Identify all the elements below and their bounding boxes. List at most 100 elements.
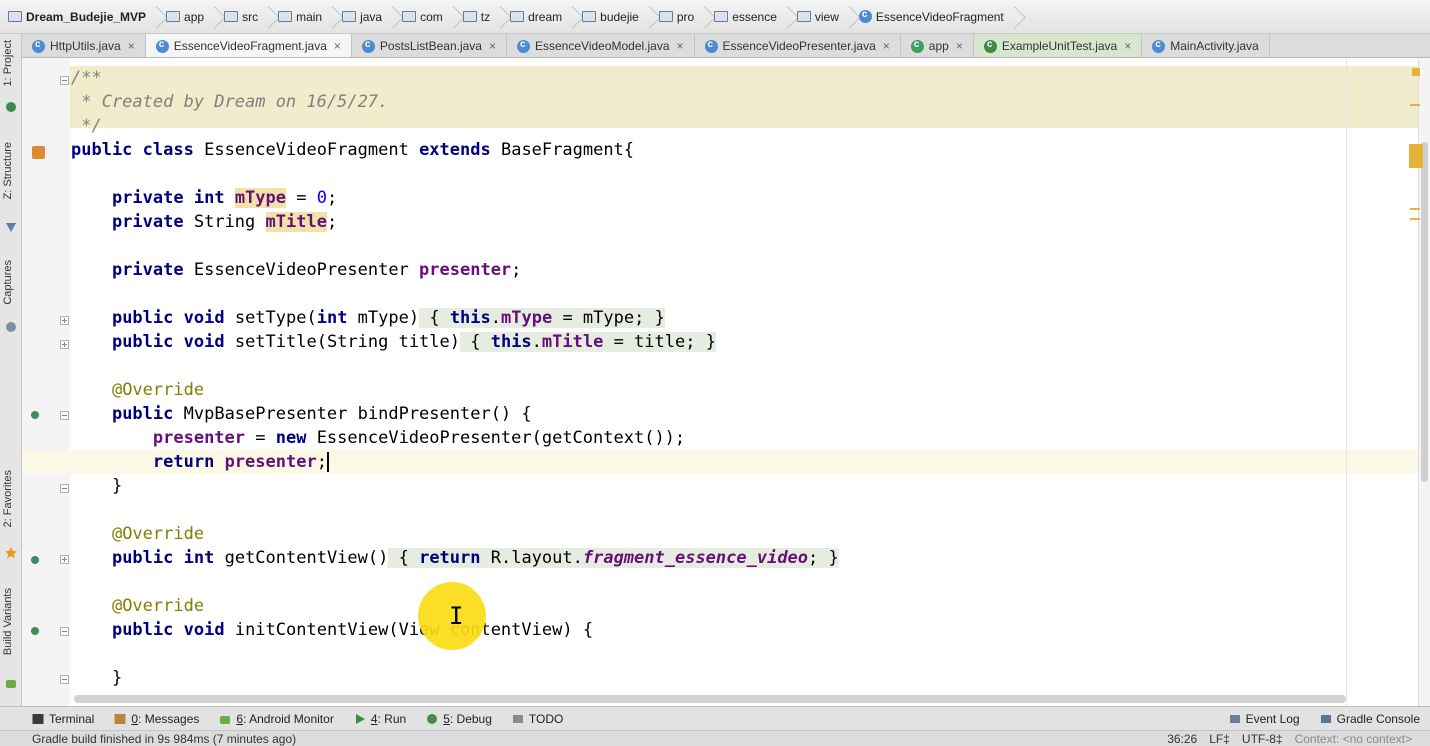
class-marker-icon[interactable] [32,146,45,159]
breadcrumb-main[interactable]: main [276,0,340,33]
play-icon [355,713,365,724]
captures-tool-tab[interactable]: Captures [2,260,14,305]
warning-marker[interactable] [1409,144,1423,168]
breadcrumb-dream[interactable]: dream [508,0,580,33]
messages-tool-button[interactable]: 0: Messages [104,712,209,726]
close-icon[interactable]: × [128,39,135,53]
tab-essence-video-fragment[interactable]: EssenceVideoFragment.java× [145,34,352,57]
class-icon [1152,39,1166,53]
expand-fold-icon[interactable] [60,316,69,325]
event-log-icon [1229,714,1240,723]
status-message[interactable]: Gradle build finished in 9s 984ms (7 min… [32,732,296,746]
warning-marker[interactable] [1410,208,1420,210]
scrollbar-thumb[interactable] [1421,142,1428,482]
line-separator[interactable]: LF‡ [1209,732,1230,746]
code-text[interactable]: /** * Created by Dream on 16/5/27. */ pu… [71,66,839,706]
context-indicator[interactable]: Context: <no context> [1295,732,1412,746]
file-encoding[interactable]: UTF-8‡ [1242,732,1283,746]
close-icon[interactable]: × [334,39,341,53]
warning-marker[interactable] [1410,104,1420,106]
breadcrumb-tz[interactable]: tz [461,0,508,33]
close-icon[interactable]: × [677,39,684,53]
favorites-tool-tab[interactable]: 2: Favorites [2,470,14,527]
tab-app[interactable]: app× [901,34,974,57]
override-marker-icon[interactable] [31,556,39,564]
breadcrumb-view[interactable]: view [795,0,857,33]
expand-fold-icon[interactable] [60,340,69,349]
right-margin-line [1346,58,1347,706]
close-icon[interactable]: × [489,39,496,53]
expand-fold-icon[interactable] [60,555,69,564]
breadcrumb-class[interactable]: EssenceVideoFragment [857,0,1022,33]
code-editor[interactable]: /** * Created by Dream on 16/5/27. */ pu… [22,58,1430,706]
folder-icon [342,11,357,22]
close-icon[interactable]: × [956,39,963,53]
terminal-icon [32,713,44,724]
class-icon [858,9,872,23]
todo-tool-button[interactable]: TODO [502,712,573,726]
star-icon [5,547,17,559]
event-log-button[interactable]: Event Log [1219,712,1310,726]
class-icon [704,39,718,53]
build-variants-tool-tab[interactable]: Build Variants [2,588,14,655]
breadcrumb-java[interactable]: java [340,0,400,33]
override-marker-icon[interactable] [31,627,39,635]
breadcrumb-essence[interactable]: essence [712,0,795,33]
breadcrumb-budejie[interactable]: budejie [580,0,657,33]
run-tool-button[interactable]: 4: Run [344,712,416,726]
package-icon [796,11,811,22]
horizontal-scrollbar[interactable] [74,695,1346,703]
tab-httputils[interactable]: HttpUtils.java× [22,34,146,57]
debug-tool-button[interactable]: 5: Debug [416,712,502,726]
breadcrumb-pro[interactable]: pro [657,0,712,33]
class-icon [517,39,530,53]
tab-posts-list-bean[interactable]: PostsListBean.java× [352,34,507,57]
breadcrumb-src[interactable]: src [222,0,276,33]
class-icon [155,39,169,53]
left-tool-stripe: 1: Project Z: Structure Captures 2: Favo… [0,34,22,706]
fold-icon[interactable] [60,627,69,636]
folder-icon [278,11,293,22]
package-icon [582,11,597,22]
inspection-status-icon[interactable] [1412,68,1420,76]
android-monitor-tool-button[interactable]: 6: Android Monitor [209,712,343,726]
project-icon [6,102,16,112]
gradle-console-button[interactable]: Gradle Console [1310,712,1430,726]
tab-essence-video-presenter[interactable]: EssenceVideoPresenter.java× [695,34,901,57]
ibeam-cursor-icon: I [449,602,464,630]
folder-icon [8,11,22,22]
breadcrumb-app[interactable]: app [164,0,222,33]
tab-example-unit-test[interactable]: ExampleUnitTest.java× [973,34,1143,57]
caret-position[interactable]: 36:26 [1167,732,1197,746]
tab-main-activity[interactable]: MainActivity.java [1142,34,1270,57]
tab-essence-video-model[interactable]: EssenceVideoModel.java× [507,34,695,57]
fold-icon[interactable] [60,76,69,85]
captures-icon [6,322,16,332]
package-icon [402,11,417,22]
structure-tool-tab[interactable]: Z: Structure [2,142,14,199]
bottom-tool-bar: Terminal 0: Messages 6: Android Monitor … [0,706,1430,730]
fold-icon[interactable] [60,484,69,493]
folder-icon [166,11,181,22]
bug-icon [427,713,438,724]
editor-gutter[interactable] [22,58,70,706]
package-icon [462,11,477,22]
close-icon[interactable]: × [883,39,890,53]
warning-marker[interactable] [1410,218,1420,220]
folder-icon [224,11,239,22]
override-marker-icon[interactable] [31,411,39,419]
breadcrumb-com[interactable]: com [400,0,461,33]
android-icon [220,715,231,724]
class-icon [32,39,45,53]
package-icon [658,11,673,22]
fold-icon[interactable] [60,675,69,684]
close-icon[interactable]: × [1124,39,1131,53]
breadcrumb-project[interactable]: Dream_Budejie_MVP [6,0,164,33]
fold-icon[interactable] [60,411,69,420]
project-tool-tab[interactable]: 1: Project [2,40,14,86]
status-bar: Gradle build finished in 9s 984ms (7 min… [0,730,1430,746]
text-caret [326,452,329,472]
package-icon [510,11,525,22]
terminal-tool-button[interactable]: Terminal [0,712,104,726]
navigation-bar: Dream_Budejie_MVP app src main java com … [0,0,1430,34]
